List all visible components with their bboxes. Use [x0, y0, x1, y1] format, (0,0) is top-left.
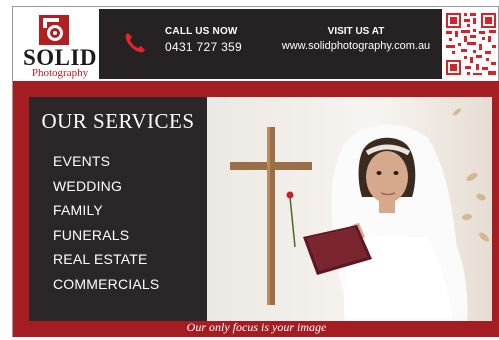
services-banner: OUR SERVICES EVENTS WEDDING FAMILY FUNER… [13, 81, 499, 321]
footer-bar: Our only focus is your image [13, 320, 499, 337]
brand-subtitle: Photography [31, 67, 89, 79]
website-link[interactable]: www.solidphotography.com.au [269, 40, 443, 52]
phone-number[interactable]: 0431 727 359 [165, 40, 242, 54]
tagline: Our only focus is your image [186, 320, 327, 334]
service-item-funerals[interactable]: FUNERALS [53, 223, 159, 248]
camera-logo-icon [39, 15, 69, 45]
qr-code-icon[interactable] [444, 9, 498, 79]
services-list: EVENTS WEDDING FAMILY FUNERALS REAL ESTA… [53, 149, 159, 296]
advertisement-card: SOLID Photography CALL US NOW 0431 727 3… [12, 6, 499, 337]
service-item-commercials[interactable]: COMMERCIALS [53, 272, 159, 297]
services-panel: OUR SERVICES EVENTS WEDDING FAMILY FUNER… [29, 97, 207, 321]
visit-label: VISIT US AT [327, 26, 385, 37]
brand-logo[interactable]: SOLID Photography [15, 9, 97, 79]
service-item-wedding[interactable]: WEDDING [53, 174, 159, 199]
call-label: CALL US NOW [165, 26, 238, 37]
contact-header: CALL US NOW 0431 727 359 VISIT US AT www… [99, 9, 442, 79]
service-item-real-estate[interactable]: REAL ESTATE [53, 247, 159, 272]
service-item-events[interactable]: EVENTS [53, 149, 159, 174]
phone-icon [125, 33, 145, 53]
service-item-family[interactable]: FAMILY [53, 198, 159, 223]
hero-photo [207, 97, 492, 321]
services-title: OUR SERVICES [41, 109, 195, 133]
